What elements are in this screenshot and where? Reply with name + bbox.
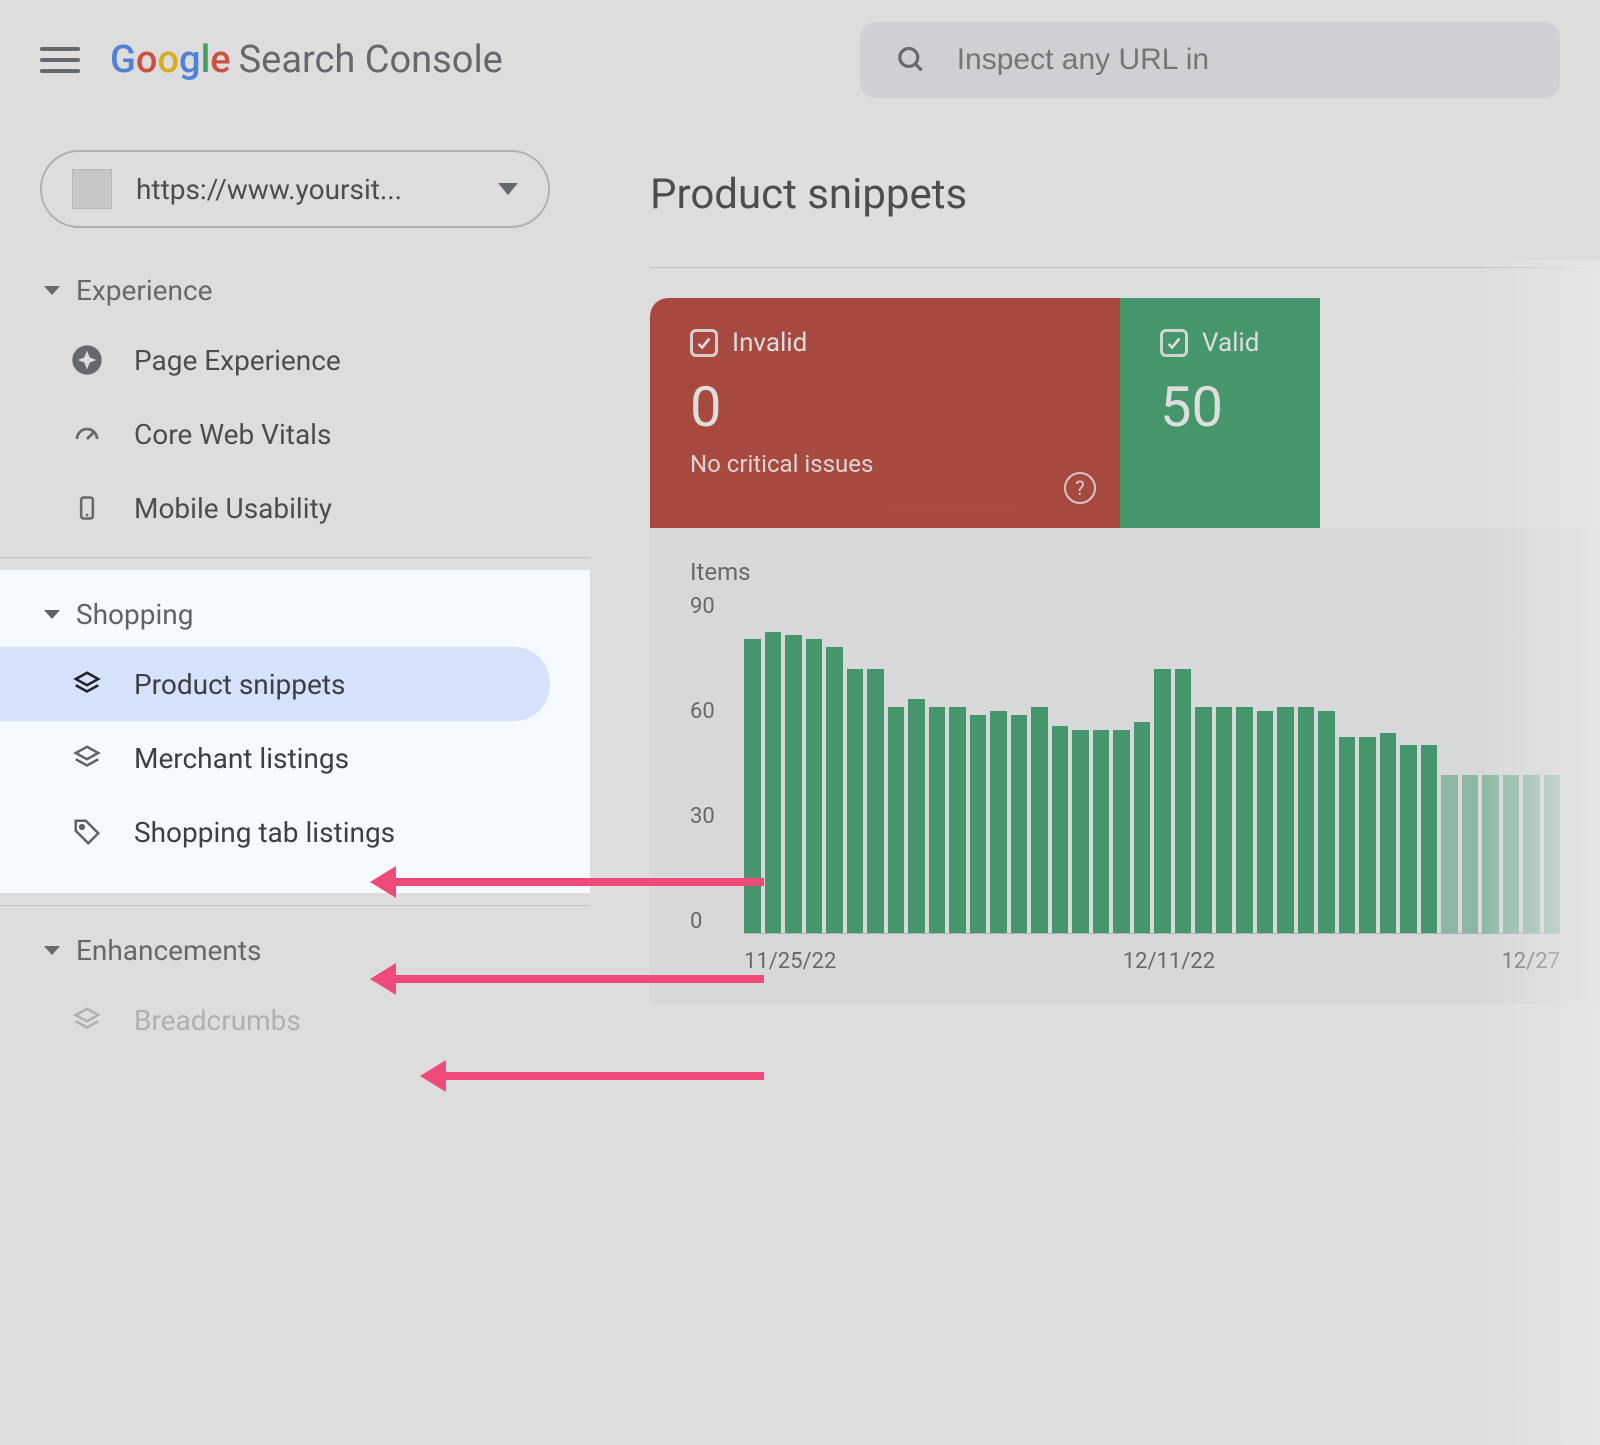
card-subtitle: No critical issues — [690, 450, 1080, 478]
items-chart: 9060300 11/25/2212/11/2212/27 — [734, 594, 1560, 974]
card-value: 50 — [1160, 374, 1280, 440]
nav-label: Product snippets — [134, 668, 345, 701]
nav-core-web-vitals[interactable]: Core Web Vitals — [0, 397, 550, 471]
shopping-section-highlight: Shopping Product snippets Merchant listi… — [0, 570, 590, 893]
nav-mobile-usability[interactable]: Mobile Usability — [0, 471, 550, 545]
site-url: https://www.yoursit... — [136, 173, 474, 206]
checkbox-icon — [690, 329, 718, 357]
layers-icon — [70, 667, 104, 701]
tag-icon — [70, 815, 104, 849]
sparkle-icon — [70, 343, 104, 377]
main-content: Product snippets Invalid 0 No critical i… — [590, 120, 1600, 1445]
site-picker[interactable]: https://www.yoursit... — [40, 150, 550, 228]
app-logo: Google Search Console — [110, 38, 503, 82]
section-enhancements[interactable]: Enhancements — [0, 918, 590, 983]
site-favicon — [72, 169, 112, 209]
section-shopping[interactable]: Shopping — [0, 582, 590, 647]
checkbox-icon — [1160, 329, 1188, 357]
app-name: Search Console — [239, 38, 503, 82]
section-experience[interactable]: Experience — [0, 258, 590, 323]
nav-label: Breadcrumbs — [134, 1004, 301, 1037]
card-value: 0 — [690, 374, 1080, 440]
chart-area: Items 9060300 11/25/2212/11/2212/27 — [650, 528, 1600, 1004]
search-icon — [896, 43, 927, 77]
nav-shopping-tab-listings[interactable]: Shopping tab listings — [0, 795, 550, 869]
layers-icon — [70, 1003, 104, 1037]
phone-icon — [70, 491, 104, 525]
section-label: Experience — [76, 274, 213, 307]
menu-button[interactable] — [40, 40, 80, 80]
help-icon[interactable]: ? — [1064, 472, 1096, 504]
card-invalid[interactable]: Invalid 0 No critical issues ? — [650, 298, 1120, 528]
chevron-down-icon — [498, 183, 518, 195]
speedometer-icon — [70, 417, 104, 451]
card-label: Invalid — [732, 328, 807, 358]
nav-merchant-listings[interactable]: Merchant listings — [0, 721, 550, 795]
nav-label: Page Experience — [134, 344, 341, 377]
section-label: Enhancements — [76, 934, 261, 967]
page-title: Product snippets — [650, 170, 1600, 219]
nav-label: Mobile Usability — [134, 492, 332, 525]
nav-page-experience[interactable]: Page Experience — [0, 323, 550, 397]
card-valid[interactable]: Valid 50 — [1120, 298, 1320, 528]
nav-label: Core Web Vitals — [134, 418, 331, 451]
nav-label: Merchant listings — [134, 742, 349, 775]
chart-ylabel: Items — [690, 558, 1560, 586]
caret-down-icon — [44, 946, 60, 955]
url-inspect-input[interactable] — [957, 43, 1524, 77]
url-inspect-search[interactable] — [860, 22, 1560, 98]
sidebar: https://www.yoursit... Experience Page E… — [0, 120, 590, 1445]
caret-down-icon — [44, 286, 60, 295]
nav-label: Shopping tab listings — [134, 816, 395, 849]
caret-down-icon — [44, 610, 60, 619]
nav-product-snippets[interactable]: Product snippets — [0, 647, 550, 721]
layers-icon — [70, 741, 104, 775]
card-label: Valid — [1202, 328, 1259, 358]
nav-breadcrumbs[interactable]: Breadcrumbs — [0, 983, 550, 1057]
section-label: Shopping — [76, 598, 193, 631]
